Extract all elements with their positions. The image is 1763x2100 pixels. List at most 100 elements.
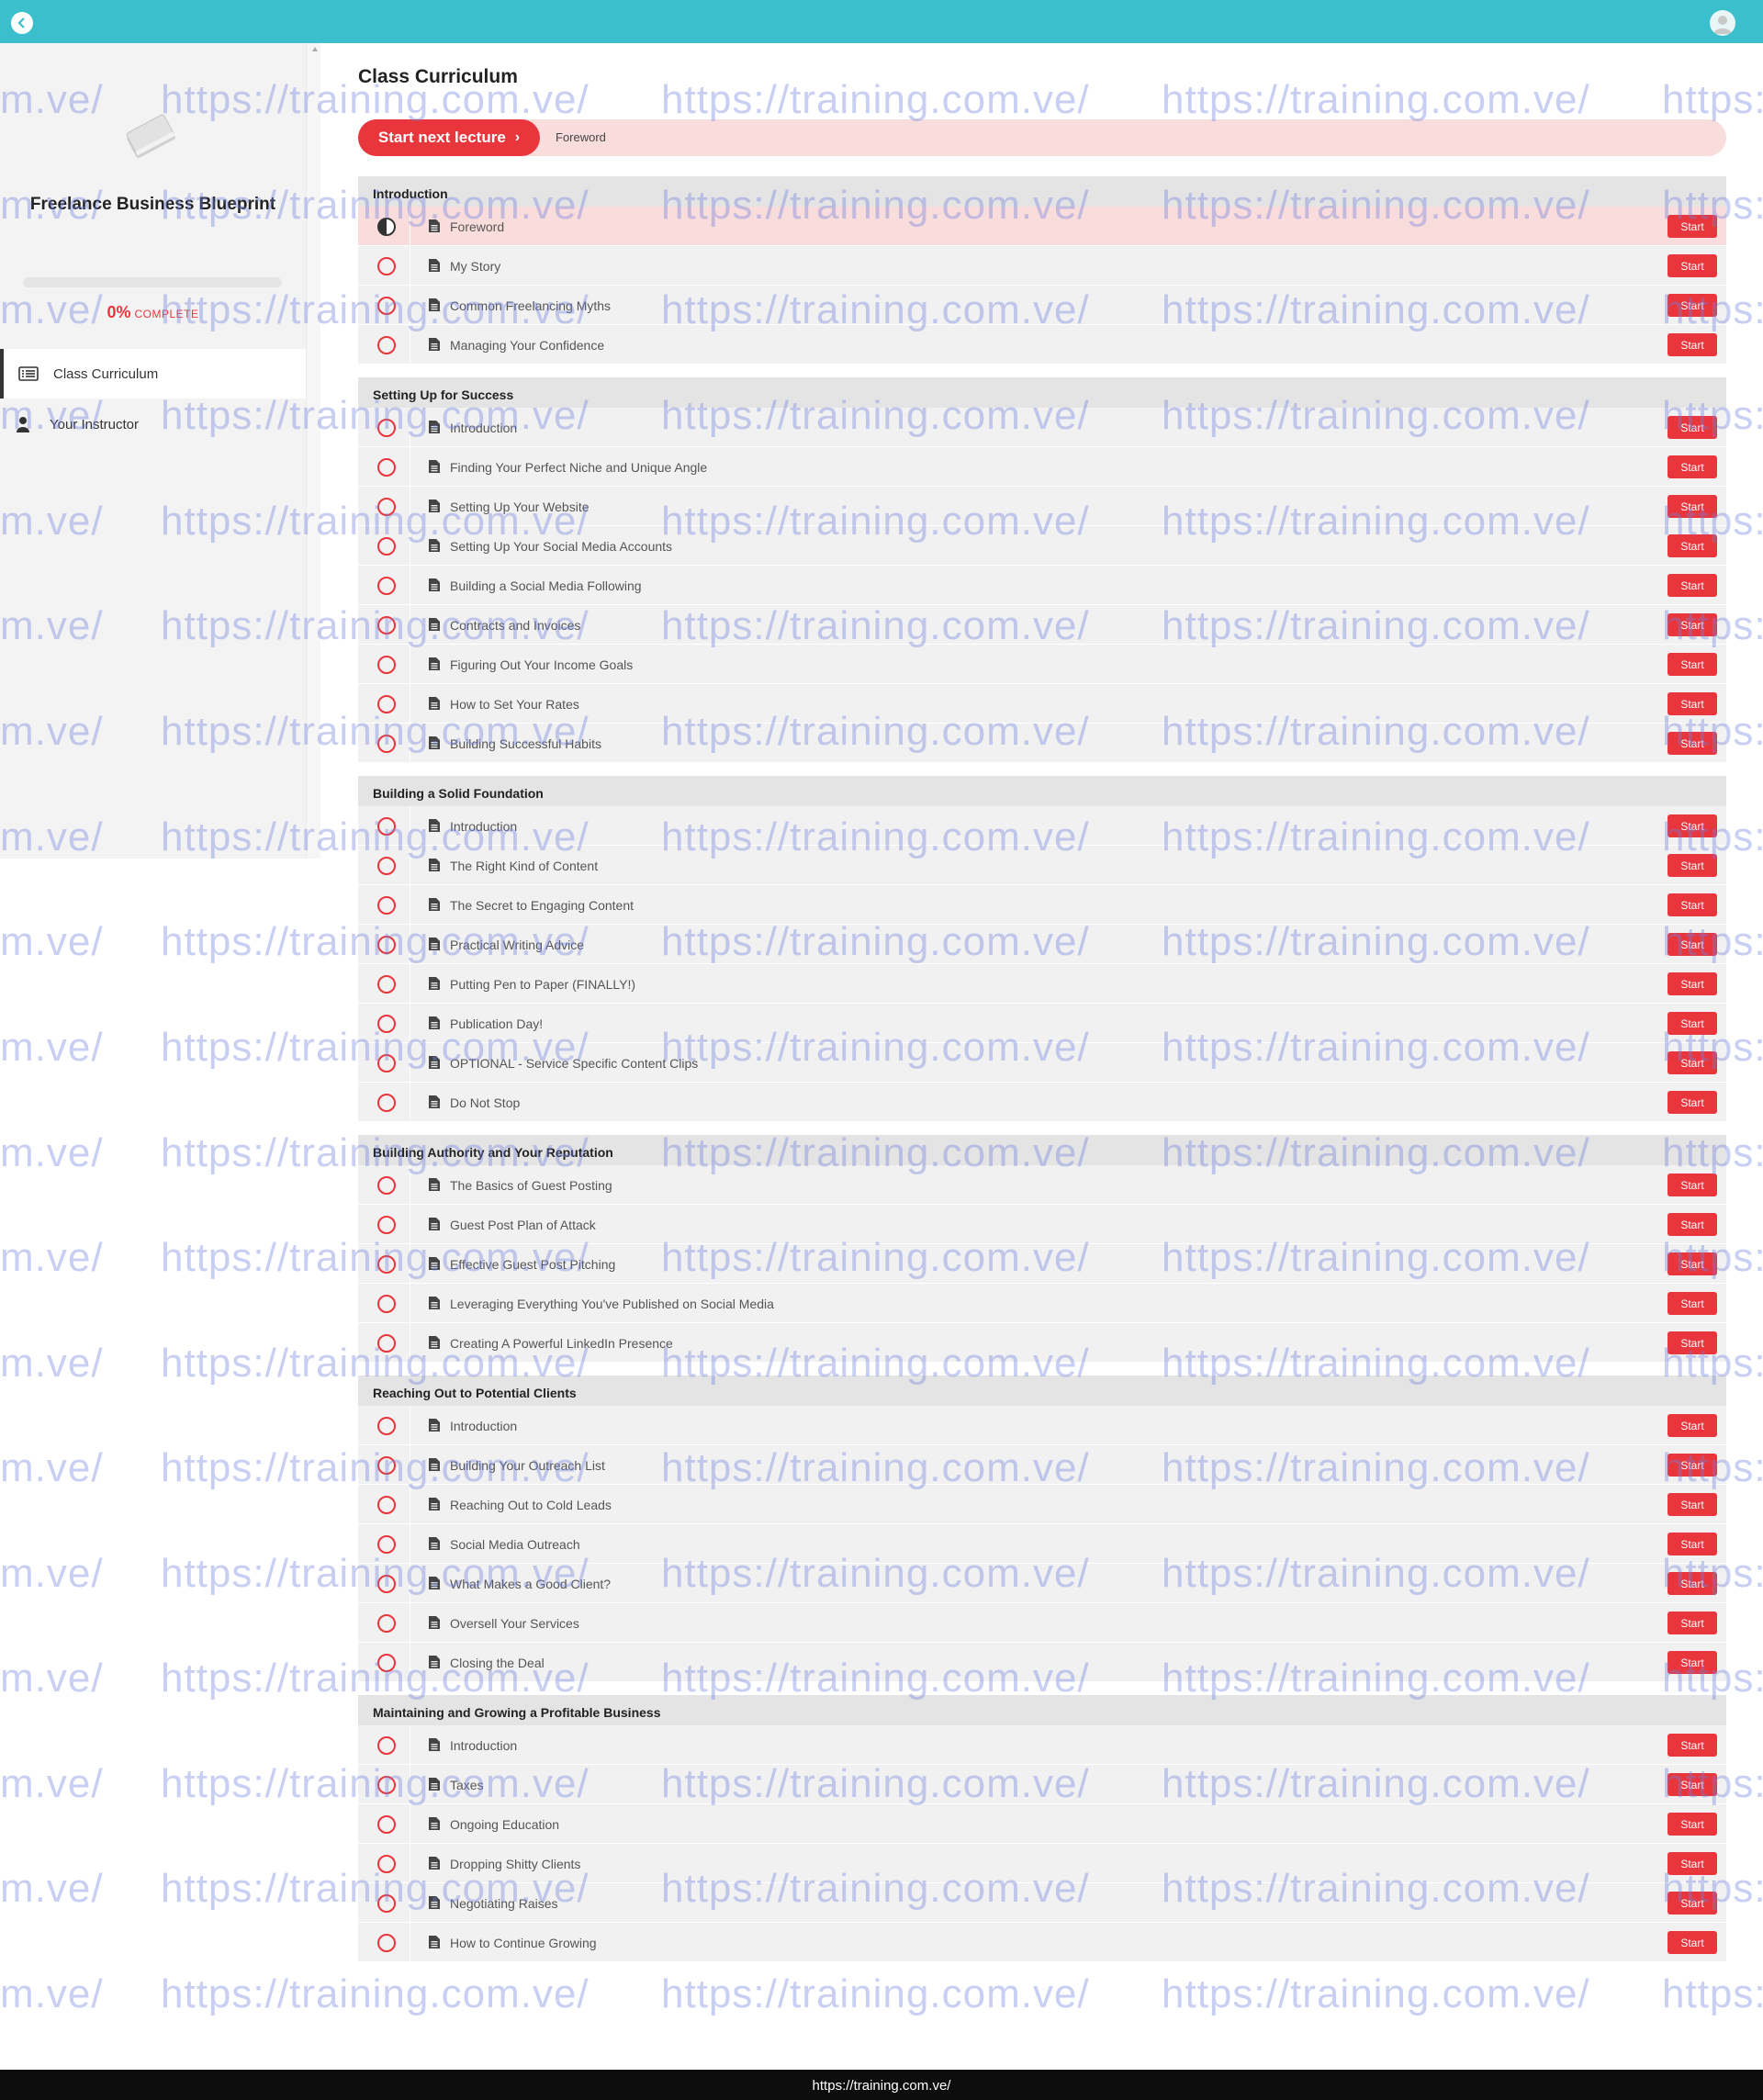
lecture-row[interactable]: Finding Your Perfect Niche and Unique An…: [358, 447, 1726, 487]
start-lecture-button[interactable]: Start: [1668, 1773, 1717, 1796]
lecture-row[interactable]: Creating A Powerful LinkedIn Presence Sta…: [358, 1323, 1726, 1363]
lecture-row[interactable]: Building Your Outreach List Start: [358, 1445, 1726, 1485]
incomplete-status-icon: [377, 936, 396, 954]
back-button[interactable]: [11, 12, 33, 34]
start-lecture-button[interactable]: Start: [1668, 854, 1717, 877]
progress-percent: 0%: [107, 303, 131, 321]
start-lecture-button[interactable]: Start: [1668, 1331, 1717, 1354]
lecture-row[interactable]: Dropping Shitty Clients Start: [358, 1844, 1726, 1883]
lecture-row[interactable]: Building Successful Habits Start: [358, 724, 1726, 763]
start-lecture-button[interactable]: Start: [1668, 416, 1717, 439]
lecture-row[interactable]: What Makes a Good Client? Start: [358, 1564, 1726, 1603]
lecture-row[interactable]: Setting Up Your Social Media Accounts Sta…: [358, 526, 1726, 566]
lecture-row[interactable]: Introduction Start: [358, 408, 1726, 447]
lecture-row[interactable]: How to Set Your Rates Start: [358, 684, 1726, 724]
incomplete-status-icon: [377, 817, 396, 836]
start-lecture-button[interactable]: Start: [1668, 333, 1717, 356]
start-lecture-button[interactable]: Start: [1668, 455, 1717, 478]
start-lecture-button[interactable]: Start: [1668, 1734, 1717, 1757]
lecture-row[interactable]: Reaching Out to Cold Leads Start: [358, 1485, 1726, 1524]
start-lecture-button[interactable]: Start: [1668, 574, 1717, 597]
sidebar-item-class-curriculum[interactable]: Class Curriculum: [0, 349, 306, 399]
lecture-row[interactable]: How to Continue Growing Start: [358, 1923, 1726, 1962]
lecture-title: Do Not Stop: [450, 1095, 521, 1110]
start-lecture-button[interactable]: Start: [1668, 1493, 1717, 1516]
start-lecture-button[interactable]: Start: [1668, 1051, 1717, 1074]
start-lecture-button[interactable]: Start: [1668, 215, 1717, 238]
lecture-row[interactable]: Guest Post Plan of Attack Start: [358, 1205, 1726, 1244]
lecture-row[interactable]: OPTIONAL - Service Specific Content Clip…: [358, 1043, 1726, 1083]
start-lecture-button[interactable]: Start: [1668, 1651, 1717, 1674]
start-lecture-button[interactable]: Start: [1668, 1414, 1717, 1437]
lecture-row[interactable]: Setting Up Your Website Start: [358, 487, 1726, 526]
lecture-row[interactable]: Effective Guest Post Pitching Start: [358, 1244, 1726, 1284]
lecture-row[interactable]: Taxes Start: [358, 1765, 1726, 1804]
start-lecture-button[interactable]: Start: [1668, 613, 1717, 636]
user-avatar-button[interactable]: [1710, 10, 1735, 36]
lecture-row[interactable]: The Right Kind of Content Start: [358, 846, 1726, 885]
start-lecture-button[interactable]: Start: [1668, 972, 1717, 995]
start-lecture-button[interactable]: Start: [1668, 1454, 1717, 1477]
start-lecture-button[interactable]: Start: [1668, 534, 1717, 557]
lecture-row[interactable]: Closing the Deal Start: [358, 1643, 1726, 1682]
lecture-row[interactable]: Negotiating Raises Start: [358, 1883, 1726, 1923]
lecture-row[interactable]: Foreword Start: [358, 207, 1726, 246]
start-lecture-button[interactable]: Start: [1668, 1611, 1717, 1634]
start-lecture-button[interactable]: Start: [1668, 1931, 1717, 1954]
start-lecture-button[interactable]: Start: [1668, 1852, 1717, 1875]
lecture-row[interactable]: Common Freelancing Myths Start: [358, 286, 1726, 325]
start-lecture-button[interactable]: Start: [1668, 1572, 1717, 1595]
lecture-row[interactable]: Contracts and Invoices Start: [358, 605, 1726, 645]
incomplete-status-icon: [377, 1575, 396, 1593]
start-lecture-button[interactable]: Start: [1668, 495, 1717, 518]
next-lecture-title: Foreword: [556, 130, 606, 144]
start-lecture-button[interactable]: Start: [1668, 1533, 1717, 1555]
lecture-title: Leveraging Everything You've Published o…: [450, 1297, 774, 1311]
lecture-row[interactable]: The Secret to Engaging Content Start: [358, 885, 1726, 925]
lecture-row[interactable]: Publication Day! Start: [358, 1004, 1726, 1043]
incomplete-status-icon: [377, 1535, 396, 1554]
lecture-row[interactable]: Managing Your Confidence Start: [358, 325, 1726, 365]
lecture-row[interactable]: Introduction Start: [358, 1406, 1726, 1445]
lecture-row[interactable]: My Story Start: [358, 246, 1726, 286]
lecture-row[interactable]: Introduction Start: [358, 806, 1726, 846]
start-lecture-button[interactable]: Start: [1668, 1174, 1717, 1196]
lecture-row[interactable]: Ongoing Education Start: [358, 1804, 1726, 1844]
document-icon: [428, 1895, 441, 1910]
lecture-row[interactable]: Social Media Outreach Start: [358, 1524, 1726, 1564]
start-lecture-button[interactable]: Start: [1668, 653, 1717, 676]
start-lecture-button[interactable]: Start: [1668, 1813, 1717, 1836]
lecture-row[interactable]: Oversell Your Services Start: [358, 1603, 1726, 1643]
lecture-row[interactable]: Introduction Start: [358, 1725, 1726, 1765]
chevron-left-icon: [17, 17, 25, 28]
lecture-row[interactable]: Figuring Out Your Income Goals Start: [358, 645, 1726, 684]
start-lecture-button[interactable]: Start: [1668, 1213, 1717, 1236]
start-lecture-button[interactable]: Start: [1668, 294, 1717, 317]
lecture-row[interactable]: Do Not Stop Start: [358, 1083, 1726, 1122]
start-lecture-button[interactable]: Start: [1668, 1012, 1717, 1035]
document-icon: [428, 1016, 441, 1030]
document-icon: [428, 1335, 441, 1350]
lecture-row[interactable]: Putting Pen to Paper (FINALLY!) Start: [358, 964, 1726, 1004]
start-lecture-button[interactable]: Start: [1668, 1091, 1717, 1114]
start-lecture-button[interactable]: Start: [1668, 1892, 1717, 1915]
sidebar-item-your-instructor[interactable]: Your Instructor: [0, 399, 306, 449]
start-lecture-button[interactable]: Start: [1668, 254, 1717, 277]
document-icon: [428, 736, 441, 750]
start-lecture-button[interactable]: Start: [1668, 692, 1717, 715]
sidebar-scrollbar[interactable]: [306, 43, 320, 859]
start-lecture-button[interactable]: Start: [1668, 1252, 1717, 1275]
lecture-row[interactable]: Leveraging Everything You've Published o…: [358, 1284, 1726, 1323]
start-lecture-button[interactable]: Start: [1668, 893, 1717, 916]
start-lecture-button[interactable]: Start: [1668, 1292, 1717, 1315]
person-icon: [17, 417, 29, 432]
start-lecture-button[interactable]: Start: [1668, 732, 1717, 755]
lecture-row[interactable]: The Basics of Guest Posting Start: [358, 1165, 1726, 1205]
section-title: Maintaining and Growing a Profitable Bus…: [358, 1695, 1726, 1725]
lecture-row[interactable]: Building a Social Media Following Start: [358, 566, 1726, 605]
start-lecture-button[interactable]: Start: [1668, 814, 1717, 837]
lecture-row[interactable]: Practical Writing Advice Start: [358, 925, 1726, 964]
lecture-title: Taxes: [450, 1778, 484, 1792]
start-next-lecture-button[interactable]: Start next lecture ›: [358, 119, 540, 156]
start-lecture-button[interactable]: Start: [1668, 933, 1717, 956]
